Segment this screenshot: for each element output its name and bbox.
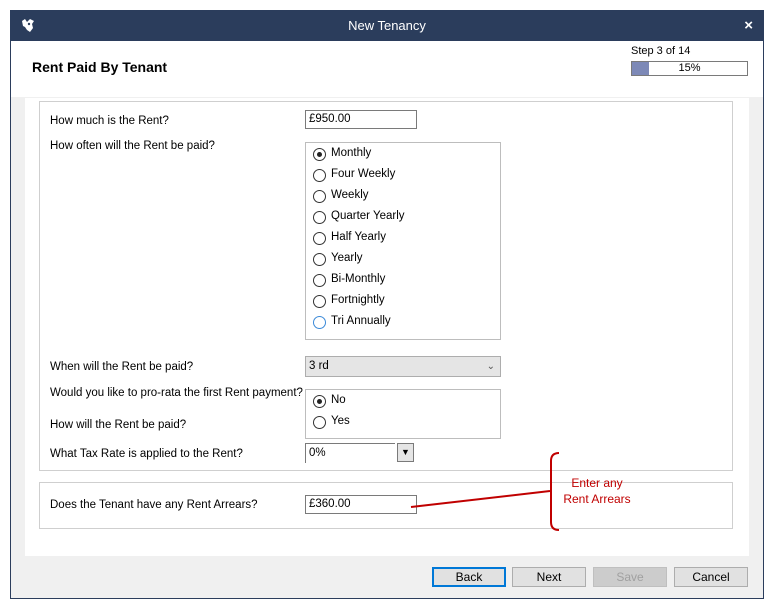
- new-tenancy-window: New Tenancy × Rent Paid By Tenant Step 3…: [10, 10, 764, 599]
- tax-rate-label: What Tax Rate is applied to the Rent?: [50, 448, 243, 460]
- annotation-line-2: Rent Arrears: [563, 492, 631, 506]
- back-button[interactable]: Back: [432, 567, 506, 587]
- progress-bar: 15%: [631, 61, 748, 76]
- arrears-label: Does the Tenant have any Rent Arrears?: [50, 499, 258, 511]
- prorata-label: Would you like to pro-rata the first Ren…: [50, 387, 303, 399]
- rent-amount-input[interactable]: £950.00: [305, 110, 417, 129]
- page-title: Rent Paid By Tenant: [32, 59, 168, 75]
- radio-icon: [313, 295, 326, 308]
- prorata-radio-group: No Yes: [305, 389, 501, 439]
- radio-icon: [313, 232, 326, 245]
- frequency-label: How often will the Rent be paid?: [50, 140, 215, 152]
- when-paid-label: When will the Rent be paid?: [50, 361, 194, 373]
- annotation-line-1: Enter any: [571, 476, 623, 490]
- when-paid-select[interactable]: 3 rd ⌄: [305, 356, 501, 377]
- radio-selected-icon: [313, 148, 326, 161]
- window-title: New Tenancy: [348, 18, 426, 33]
- tax-rate-combo: 0% ▼: [305, 443, 415, 463]
- radio-icon: [313, 316, 326, 329]
- radio-selected-icon: [313, 395, 326, 408]
- radio-icon: [313, 211, 326, 224]
- title-bar: New Tenancy ×: [11, 11, 763, 41]
- cancel-button[interactable]: Cancel: [674, 567, 748, 587]
- step-indicator: Step 3 of 14: [631, 45, 691, 57]
- next-button[interactable]: Next: [512, 567, 586, 587]
- close-icon[interactable]: ×: [744, 17, 753, 34]
- radio-icon: [313, 169, 326, 182]
- radio-icon: [313, 416, 326, 429]
- wizard-header: Rent Paid By Tenant Step 3 of 14 15%: [11, 41, 763, 97]
- progress-label: 15%: [678, 62, 701, 74]
- annotation-text: Enter any Rent Arrears: [552, 475, 642, 507]
- dropdown-arrow-icon[interactable]: ▼: [397, 443, 414, 462]
- rent-details-group: How much is the Rent? £950.00 How often …: [39, 101, 733, 471]
- chevron-down-icon: ⌄: [486, 361, 495, 372]
- arrears-input[interactable]: £360.00: [305, 495, 417, 514]
- tax-rate-input[interactable]: 0%: [305, 443, 395, 463]
- rent-amount-label: How much is the Rent?: [50, 115, 169, 127]
- radio-icon: [313, 253, 326, 266]
- frequency-radio-group: Monthly Four Weekly Weekly Quarter Yearl…: [305, 142, 501, 340]
- radio-icon: [313, 190, 326, 203]
- payment-method-label: How will the Rent be paid?: [50, 419, 187, 431]
- radio-icon: [313, 274, 326, 287]
- save-button: Save: [593, 567, 667, 587]
